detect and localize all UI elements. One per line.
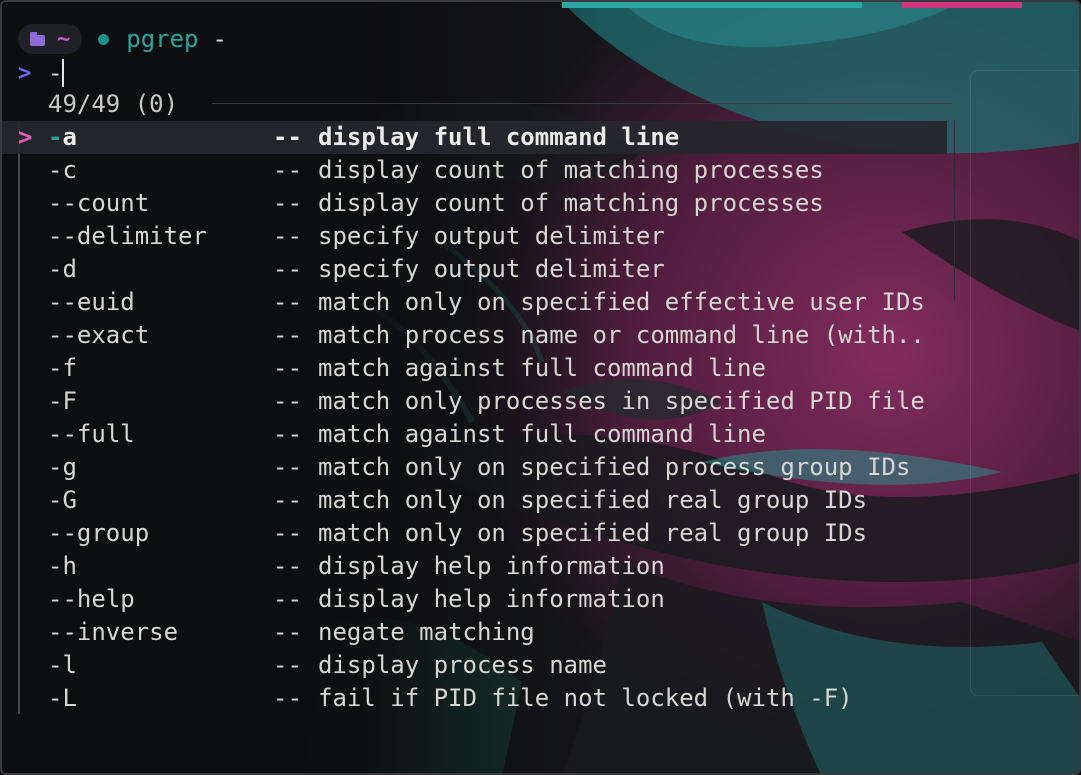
terminal-window: ~ pgrep - > - 49/49 (0) > -a -- display ful… [0,0,1081,775]
completion-row[interactable]: -c -- display count of matching processes [2,154,1002,187]
option-description: negate matching [318,618,535,646]
option-flag: -h [48,552,77,580]
separator: -- [273,486,302,514]
text-cursor [62,59,65,87]
separator: -- [273,585,302,613]
option-flag: -G [48,486,77,514]
option-flag: --inverse [48,618,179,646]
option-description: specify output delimiter [318,222,665,250]
command-argument: - [212,25,227,53]
separator: -- [273,651,302,679]
completion-row[interactable]: --group -- match only on specified real gr… [2,517,1002,550]
option-flag: -a [48,123,77,151]
separator: -- [273,420,302,448]
separator: -- [273,189,302,217]
option-description: display help information [318,552,665,580]
option-description: match process name or command line (with… [318,321,925,349]
separator: -- [273,684,302,712]
option-flag: -l [48,651,77,679]
option-flag: --exact [48,321,150,349]
completion-row[interactable]: -g -- match only on specified process grou… [2,451,1002,484]
match-count: 49/49 (0) [48,90,179,118]
option-description: display full command line [318,123,680,151]
option-flag: -c [48,156,77,184]
fuzzy-finder-input[interactable]: > - [18,58,65,88]
separator: -- [273,519,302,547]
option-flag: -F [48,387,77,415]
option-description: display count of matching processes [318,156,824,184]
separator: -- [273,255,302,283]
current-directory: ~ [57,26,71,52]
completion-row[interactable]: --euid -- match only on specified effectiv… [2,286,1002,319]
separator: -- [273,288,302,316]
completion-row[interactable]: --help -- display help information [2,583,1002,616]
option-description: match only on specified real group IDs [318,486,868,514]
option-flag: --count [48,189,150,217]
completion-row[interactable]: -h -- display help information [2,550,1002,583]
completion-row[interactable]: -f -- match against full command line [2,352,1002,385]
status-dot-icon [98,33,110,45]
option-description: match only on specified real group IDs [318,519,868,547]
option-description: fail if PID file not locked (with -F) [318,684,853,712]
search-query[interactable]: - [48,59,62,87]
option-description: display process name [318,651,607,679]
option-flag: -d [48,255,77,283]
separator: -- [273,354,302,382]
separator: -- [273,552,302,580]
completion-row[interactable]: --full -- match against full command line [2,418,1002,451]
input-chevron-icon: > [18,60,32,86]
folder-icon [30,31,45,46]
count-divider [212,103,952,104]
option-description: match only on specified process group ID… [318,453,911,481]
option-flag: --full [48,420,135,448]
completion-row[interactable]: -G -- match only on specified real group I… [2,484,1002,517]
completion-row[interactable]: -l -- display process name [2,649,1002,682]
option-description: display count of matching processes [318,189,824,217]
separator: -- [273,453,302,481]
selection-pointer-icon: > [18,123,33,151]
completion-row[interactable]: -F -- match only processes in specified PI… [2,385,1002,418]
option-flag: --help [48,585,135,613]
option-flag: -g [48,453,77,481]
option-description: match against full command line [318,420,766,448]
command-name: pgrep [126,25,199,53]
option-description: specify output delimiter [318,255,665,283]
terminal-content[interactable]: ~ pgrep - > - 49/49 (0) > -a -- display ful… [2,2,1079,773]
completion-list: > -a -- display full command line -c -- displa… [2,121,1002,715]
separator: -- [273,387,302,415]
option-flag: --euid [48,288,135,316]
directory-pill: ~ [18,24,83,54]
completion-row[interactable]: --exact -- match process name or command l… [2,319,1002,352]
separator: -- [273,618,302,646]
completion-row[interactable]: --delimiter -- specify output delimiter [2,220,1002,253]
option-flag: -L [48,684,77,712]
option-description: match only processes in specified PID fi… [318,387,925,415]
separator: -- [273,156,302,184]
completion-row[interactable]: --inverse -- negate matching [2,616,1002,649]
option-description: match against full command line [318,354,766,382]
option-flag: --delimiter [48,222,207,250]
option-flag: -f [48,354,77,382]
separator: -- [273,222,302,250]
separator: -- [273,321,302,349]
separator: -- [273,123,302,151]
option-flag: --group [48,519,150,547]
option-description: display help information [318,585,665,613]
completion-row[interactable]: -d -- specify output delimiter [2,253,1002,286]
shell-prompt: ~ pgrep - [18,24,227,54]
completion-row[interactable]: -L -- fail if PID file not locked (with -F… [2,682,1002,715]
option-description: match only on specified effective user I… [318,288,925,316]
completion-row[interactable]: --count -- display count of matching proce… [2,187,1002,220]
completion-row-selected[interactable]: > -a -- display full command line [2,121,947,154]
